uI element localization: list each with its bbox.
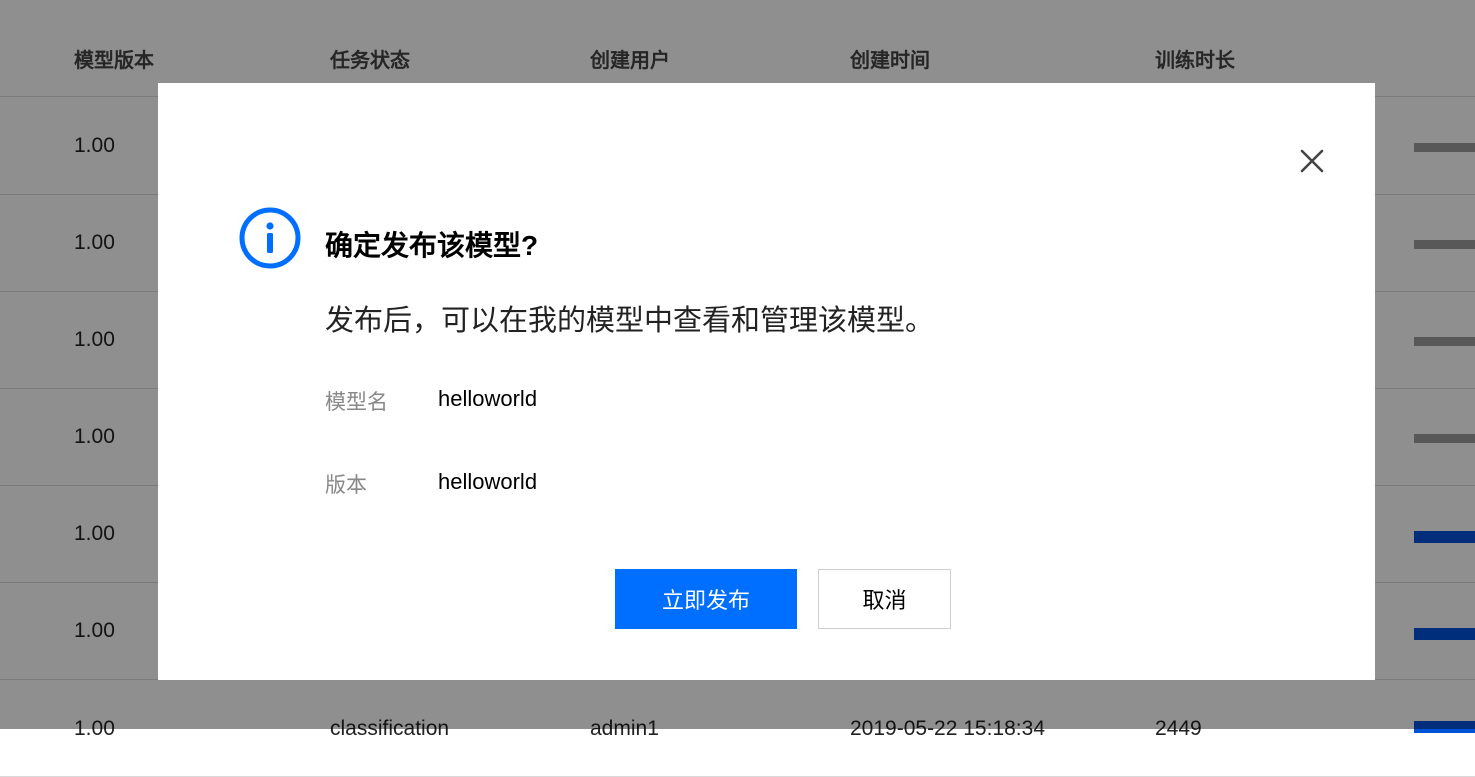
dialog-message: 发布后，可以在我的模型中查看和管理该模型。 [325, 305, 935, 337]
publish-confirm-dialog: 确定发布该模型? 发布后，可以在我的模型中查看和管理该模型。 模型名 hello… [158, 83, 1375, 680]
model-name-value: helloworld [438, 386, 538, 411]
dialog-title: 确定发布该模型? [325, 230, 539, 261]
model-name-label: 模型名 [325, 391, 388, 414]
info-icon [239, 207, 301, 269]
close-icon[interactable] [1298, 147, 1326, 175]
publish-now-button[interactable]: 立即发布 [615, 569, 797, 629]
version-label: 版本 [325, 474, 367, 497]
version-value: helloworld [438, 469, 538, 494]
cancel-button[interactable]: 取消 [818, 569, 951, 629]
